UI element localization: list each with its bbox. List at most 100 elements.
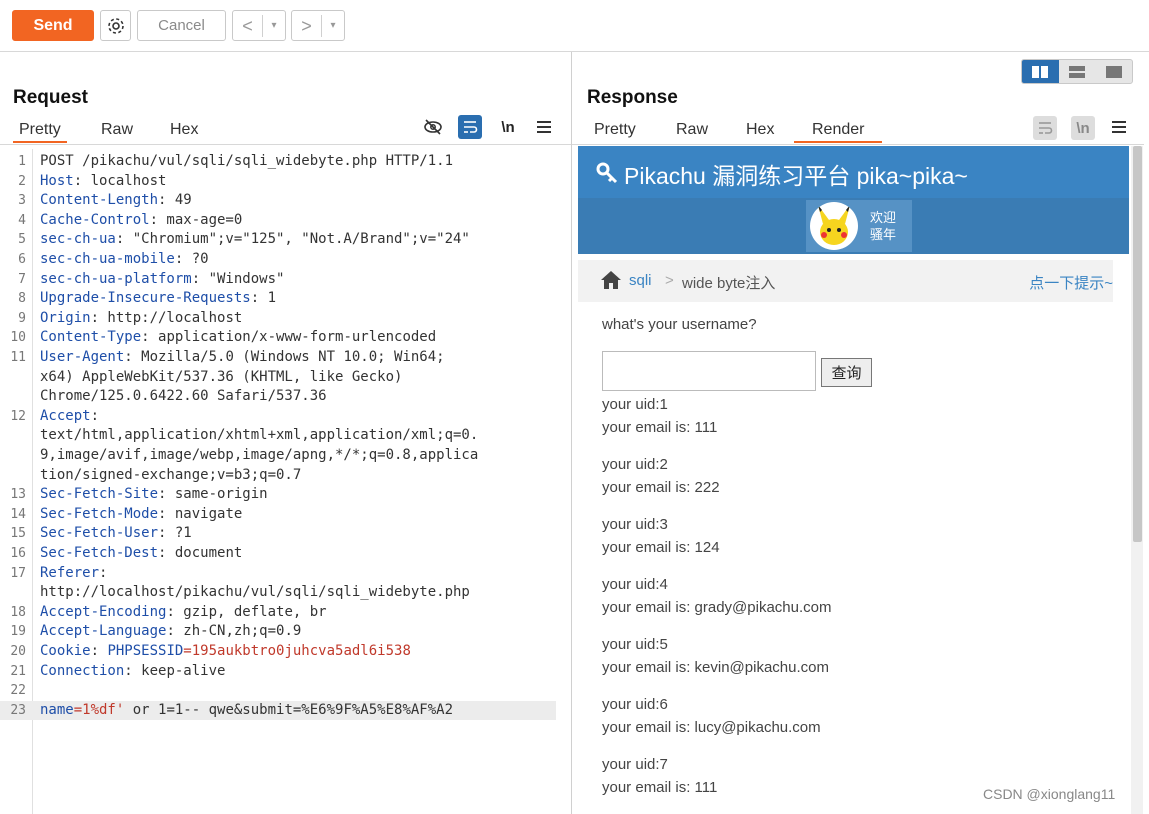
line-number: 23 bbox=[10, 702, 26, 718]
header-value: : "Windows" bbox=[191, 270, 285, 287]
key-icon bbox=[596, 162, 618, 184]
hide-eye-icon[interactable] bbox=[421, 115, 445, 139]
uid-text: your uid:2 bbox=[602, 456, 668, 473]
request-line: Chrome/125.0.6422.60 Safari/537.36 bbox=[0, 387, 556, 407]
tab-request-pretty[interactable]: Pretty bbox=[13, 117, 67, 143]
tab-response-pretty[interactable]: Pretty bbox=[588, 117, 642, 143]
header-value: Chrome/125.0.6422.60 Safari/537.36 bbox=[40, 388, 327, 405]
tab-request-raw[interactable]: Raw bbox=[95, 117, 139, 143]
menu-icon[interactable] bbox=[1107, 115, 1131, 139]
param-value: =1%df' bbox=[73, 701, 125, 718]
request-line: x64) AppleWebKit/537.36 (KHTML, like Gec… bbox=[0, 368, 556, 388]
newline-icon[interactable]: \n bbox=[496, 115, 520, 139]
layout-side-by-side-button[interactable] bbox=[1022, 60, 1059, 83]
email-text: your email is: lucy@pikachu.com bbox=[602, 719, 821, 736]
home-icon[interactable] bbox=[600, 270, 622, 290]
uid-text: your uid:1 bbox=[602, 396, 668, 413]
layout-stacked-button[interactable] bbox=[1059, 60, 1096, 83]
breadcrumb-separator: > bbox=[665, 272, 674, 289]
single-panel-icon bbox=[1105, 65, 1122, 78]
header-value: : Mozilla/5.0 (Windows NT 10.0; Win64; bbox=[124, 349, 445, 365]
line-number: 14 bbox=[10, 506, 26, 522]
line-number: 18 bbox=[10, 604, 26, 620]
request-line: 7 sec-ch-ua-platform: "Windows" bbox=[0, 270, 556, 290]
newline-icon[interactable]: \n bbox=[1071, 116, 1095, 140]
menu-icon[interactable] bbox=[532, 115, 556, 139]
chevron-down-icon[interactable]: ▾ bbox=[263, 20, 285, 31]
panel-divider[interactable] bbox=[571, 52, 572, 814]
request-editor[interactable]: 1 POST /pikachu/vul/sqli/sqli_widebyte.ph… bbox=[0, 149, 556, 814]
line-number: 7 bbox=[18, 271, 26, 287]
header-name: sec-ch-ua-platform bbox=[40, 270, 192, 287]
chevron-left-icon: < bbox=[233, 14, 263, 37]
line-number: 5 bbox=[18, 232, 26, 248]
tab-request-hex[interactable]: Hex bbox=[164, 117, 204, 143]
header-name: Accept bbox=[40, 407, 91, 424]
result-item: your uid:5 your email is: kevin@pikachu.c… bbox=[602, 633, 829, 679]
header-name: Upgrade-Insecure-Requests bbox=[40, 290, 251, 307]
previous-request-button[interactable]: < ▾ bbox=[232, 10, 286, 41]
request-line: 6 sec-ch-ua-mobile: ?0 bbox=[0, 250, 556, 270]
header-value: tion/signed-exchange;v=b3;q=0.7 bbox=[40, 466, 302, 483]
header-value: : keep-alive bbox=[124, 662, 226, 679]
hint-link[interactable]: 点一下提示~ bbox=[1029, 272, 1113, 293]
header-value: : bbox=[90, 643, 108, 659]
request-line: tion/signed-exchange;v=b3;q=0.7 bbox=[0, 466, 556, 486]
user-box[interactable]: 欢迎 骚年 bbox=[806, 200, 912, 252]
settings-button[interactable] bbox=[100, 10, 131, 41]
request-line: 18 Accept-Encoding: gzip, deflate, br bbox=[0, 603, 556, 623]
cancel-button[interactable]: Cancel bbox=[137, 10, 226, 41]
wrap-lines-icon[interactable] bbox=[458, 115, 482, 139]
header-name: Sec-Fetch-Mode bbox=[40, 505, 159, 522]
request-line: 19 Accept-Language: zh-CN,zh;q=0.9 bbox=[0, 622, 556, 642]
breadcrumb: sqli > wide byte注入 点一下提示~ bbox=[578, 260, 1113, 302]
header-name: Sec-Fetch-Site bbox=[40, 486, 159, 503]
result-item: your uid:1 your email is: 111 bbox=[602, 393, 717, 439]
site-header: Pikachu 漏洞练习平台 pika~pika~ bbox=[578, 146, 1129, 198]
email-text: your email is: 124 bbox=[602, 539, 720, 556]
request-line: 8 Upgrade-Insecure-Requests: 1 bbox=[0, 289, 556, 309]
request-line: 2 Host: localhost bbox=[0, 172, 556, 192]
header-value: : zh-CN,zh;q=0.9 bbox=[166, 623, 302, 640]
chevron-down-icon[interactable]: ▾ bbox=[322, 20, 344, 31]
username-input[interactable] bbox=[602, 351, 816, 391]
email-text: your email is: grady@pikachu.com bbox=[602, 599, 832, 616]
param-rest: or 1=1-- qwe&submit=%E6%9F%A5%E8%AF%A2 bbox=[124, 701, 454, 718]
tab-response-raw[interactable]: Raw bbox=[670, 117, 714, 143]
email-text: your email is: 222 bbox=[602, 479, 720, 496]
tab-response-hex[interactable]: Hex bbox=[740, 117, 780, 143]
uid-text: your uid:3 bbox=[602, 516, 668, 533]
header-value: x64) AppleWebKit/537.36 (KHTML, like Gec… bbox=[40, 368, 403, 385]
avatar bbox=[810, 202, 858, 250]
header-value: : document bbox=[158, 545, 243, 561]
header-value: : "Chromium";v="125", "Not.A/Brand";v="2… bbox=[115, 231, 470, 248]
line-number: 21 bbox=[10, 663, 26, 679]
wrap-lines-icon[interactable] bbox=[1033, 116, 1057, 140]
tab-response-render[interactable]: Render bbox=[794, 117, 883, 143]
query-button[interactable]: 查询 bbox=[821, 358, 872, 387]
line-number: 22 bbox=[10, 683, 26, 699]
line-number: 17 bbox=[10, 565, 26, 581]
request-line: 23 name=1%df' or 1=1-- qwe&submit=%E6%9F%… bbox=[0, 700, 556, 721]
result-item: your uid:2 your email is: 222 bbox=[602, 453, 720, 499]
request-line: 16 Sec-Fetch-Dest: document bbox=[0, 544, 556, 564]
request-line: 3 Content-Length: 49 bbox=[0, 191, 556, 211]
send-button[interactable]: Send bbox=[12, 10, 94, 41]
breadcrumb-sqli-link[interactable]: sqli bbox=[629, 272, 652, 289]
header-name: Accept-Language bbox=[40, 623, 167, 640]
render-scrollbar-thumb[interactable] bbox=[1133, 146, 1142, 542]
layout-single-button[interactable] bbox=[1095, 60, 1132, 83]
header-name: Accept-Encoding bbox=[40, 603, 167, 620]
next-request-button[interactable]: > ▾ bbox=[291, 10, 345, 41]
uid-text: your uid:7 bbox=[602, 756, 668, 773]
request-line: 15 Sec-Fetch-User: ?1 bbox=[0, 524, 556, 544]
header-value: : navigate bbox=[158, 505, 243, 522]
result-item: your uid:3 your email is: 124 bbox=[602, 513, 720, 559]
line-number: 4 bbox=[18, 212, 26, 228]
rendered-response: Pikachu 漏洞练习平台 pika~pika~ 欢迎 骚年 sqli > wi… bbox=[578, 146, 1129, 814]
request-line: 12 Accept: bbox=[0, 407, 556, 427]
email-text: your email is: 111 bbox=[602, 779, 718, 796]
header-value: : gzip, deflate, br bbox=[166, 603, 327, 620]
header-value: : max-age=0 bbox=[149, 211, 243, 228]
breadcrumb-current: wide byte注入 bbox=[682, 275, 776, 292]
